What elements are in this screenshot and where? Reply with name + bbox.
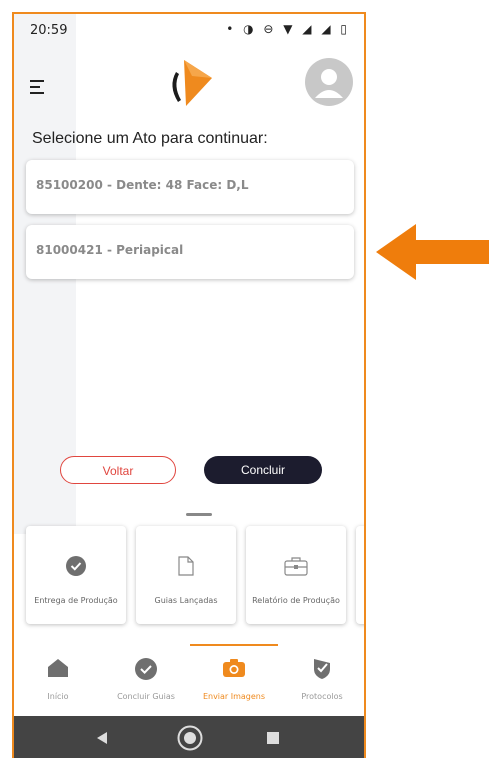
brand-logo <box>172 60 212 106</box>
back-button[interactable]: Voltar <box>60 456 176 484</box>
phone-screen: 20:59 • ◑ ⊖ ▼ ◢ ◢ ▯ Selecione um Ato par… <box>12 12 366 758</box>
system-navigation-bar <box>14 716 364 758</box>
nav-enviar-imagens[interactable]: Enviar Imagens <box>190 642 278 716</box>
tile-label: Relatório de Produção <box>252 596 340 605</box>
nav-label: Enviar Imagens <box>202 692 266 701</box>
camera-icon <box>223 659 245 677</box>
tile-entrega-producao[interactable]: Entrega de Produção <box>26 526 126 624</box>
nav-concluir-guias[interactable]: Concluir Guias <box>102 642 190 716</box>
status-bar: 20:59 • ◑ ⊖ ▼ ◢ ◢ ▯ <box>14 14 364 46</box>
status-time: 20:59 <box>30 23 68 38</box>
menu-icon[interactable] <box>30 80 44 98</box>
tile-guias-lancadas[interactable]: Guias Lançadas <box>136 526 236 624</box>
sheet-handle[interactable] <box>186 513 212 516</box>
user-avatar-icon[interactable] <box>305 58 353 106</box>
act-card[interactable]: 85100200 - Dente: 48 Face: D,L <box>26 160 354 214</box>
home-circle-icon[interactable] <box>177 725 203 751</box>
tile-label: Entrega de Produção <box>34 596 118 605</box>
briefcase-icon <box>284 557 308 576</box>
nav-label: Protocolos <box>301 692 343 701</box>
tile-partial[interactable] <box>356 526 364 624</box>
shield-icon <box>314 659 330 679</box>
finish-button[interactable]: Concluir <box>204 456 322 484</box>
recents-square-icon[interactable] <box>267 732 279 744</box>
nav-label: Início <box>47 692 69 701</box>
act-label: 81000421 - Periapical <box>36 243 184 257</box>
status-icons: • ◑ ⊖ ▼ ◢ ◢ ▯ <box>226 22 350 36</box>
act-card[interactable]: 81000421 - Periapical <box>26 225 354 279</box>
nav-inicio[interactable]: Início <box>14 642 102 716</box>
check-circle-icon <box>135 658 157 680</box>
document-icon <box>178 556 194 576</box>
tile-relatorio-producao[interactable]: Relatório de Produção <box>246 526 346 624</box>
page-title: Selecione um Ato para continuar: <box>32 130 268 147</box>
act-label: 85100200 - Dente: 48 Face: D,L <box>36 178 249 192</box>
back-triangle-icon[interactable] <box>96 731 108 745</box>
bottom-navigation: Início Concluir Guias Enviar Imagens Pro… <box>14 642 364 716</box>
active-indicator <box>190 644 278 646</box>
pointer-arrow-icon <box>376 224 489 280</box>
nav-label: Concluir Guias <box>117 692 175 701</box>
check-circle-icon <box>66 556 86 576</box>
home-icon <box>48 659 68 677</box>
nav-protocolos[interactable]: Protocolos <box>278 642 364 716</box>
tile-label: Guias Lançadas <box>154 596 218 605</box>
